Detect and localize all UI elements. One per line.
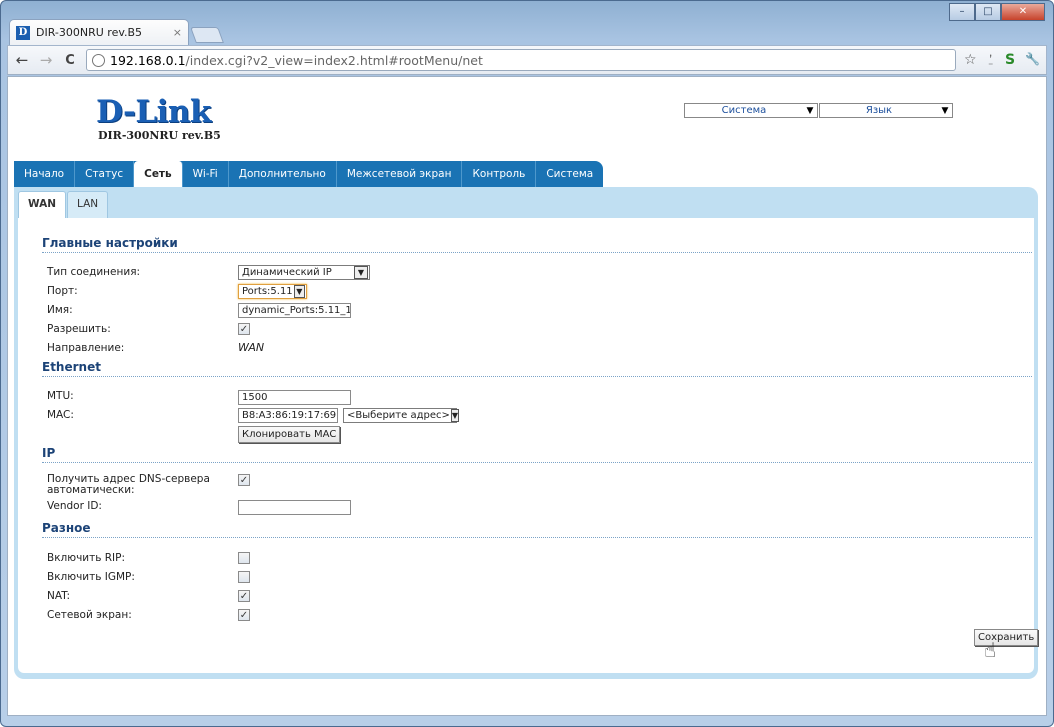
direction-value: WAN: [238, 341, 265, 354]
settings-panel: WAN LAN Главные настройки Тип соединения…: [14, 187, 1039, 679]
system-select[interactable]: Система ▼: [684, 103, 818, 118]
menu-item-wifi[interactable]: Wi-Fi: [183, 161, 229, 187]
brand-name: D-Link: [96, 94, 211, 130]
back-icon[interactable]: ←: [14, 51, 30, 69]
page-info-icon[interactable]: [92, 53, 105, 67]
igmp-checkbox[interactable]: [238, 571, 250, 583]
browser-window: D DIR-300NRU rev.B5 × – □ ✕ ← → C 192.16…: [0, 0, 1054, 727]
browser-toolbar: ← → C 192.168.0.1/index.cgi?v2_view=inde…: [7, 45, 1047, 75]
tab-title: DIR-300NRU rev.B5: [36, 26, 143, 39]
mac-label: MAC:: [47, 409, 74, 421]
forward-icon[interactable]: →: [38, 51, 54, 69]
enable-checkbox[interactable]: ✓: [238, 323, 250, 335]
hand-cursor-icon: ☝: [984, 638, 997, 662]
chevron-down-icon: ▼: [354, 266, 368, 279]
menu-item-network[interactable]: Сеть: [134, 161, 183, 187]
igmp-label: Включить IGMP:: [47, 571, 135, 583]
profile-icon[interactable]: ⍘: [987, 52, 995, 68]
chevron-down-icon: ▼: [450, 409, 460, 422]
bookmark-star-icon[interactable]: ☆: [964, 52, 977, 68]
port-select[interactable]: Ports:5.11 ▼: [238, 284, 307, 299]
language-select[interactable]: Язык ▼: [819, 103, 953, 118]
rip-checkbox[interactable]: [238, 552, 250, 564]
dns-auto-label: Получить адрес DNS-сервера автоматически…: [47, 473, 210, 496]
main-menu: Начало Статус Сеть Wi-Fi Дополнительно М…: [14, 161, 604, 187]
tab-wan[interactable]: WAN: [18, 191, 67, 218]
url-host: 192.168.0.1: [110, 52, 186, 68]
clone-mac-button[interactable]: Клонировать MAC: [238, 426, 341, 443]
window-controls: – □ ✕: [949, 3, 1045, 21]
connection-type-label: Тип соединения:: [47, 266, 141, 278]
url-path: /index.cgi?v2_view=index2.html#rootMenu/…: [185, 52, 483, 68]
page-viewport: D-Link DIR-300NRU rev.B5 Система ▼ Язык ▼ …: [7, 76, 1047, 716]
nat-checkbox[interactable]: ✓: [238, 590, 250, 602]
menu-item-control[interactable]: Контроль: [462, 161, 537, 187]
tab-close-icon[interactable]: ×: [173, 26, 182, 39]
firewall-checkbox[interactable]: ✓: [238, 609, 250, 621]
nat-label: NAT:: [47, 590, 71, 602]
tab-lan[interactable]: LAN: [67, 191, 109, 218]
enable-label: Разрешить:: [47, 323, 111, 335]
chevron-down-icon: ▼: [806, 105, 814, 116]
vendor-id-input[interactable]: [238, 500, 351, 515]
reload-icon[interactable]: C: [62, 53, 78, 68]
menu-item-home[interactable]: Начало: [14, 161, 76, 187]
vendor-id-label: Vendor ID:: [47, 500, 102, 512]
maximize-button[interactable]: □: [975, 3, 1001, 21]
chevron-down-icon: ▼: [293, 285, 305, 298]
dlink-logo: D-Link DIR-300NRU rev.B5: [96, 95, 221, 142]
section-title-main: Главные настройки: [42, 236, 1032, 253]
form-content: Главные настройки Тип соединения: Динами…: [18, 218, 1039, 673]
menu-item-system[interactable]: Система: [536, 161, 603, 187]
mac-address-select[interactable]: <Выберите адрес> ▼: [343, 408, 460, 423]
dlink-favicon-icon: D: [16, 25, 30, 40]
section-title-ip: IP: [42, 446, 1032, 463]
chevron-down-icon: ▼: [941, 105, 949, 116]
address-bar[interactable]: 192.168.0.1/index.cgi?v2_view=index2.htm…: [86, 49, 956, 71]
menu-item-firewall[interactable]: Межсетевой экран: [337, 161, 463, 187]
extension-icon[interactable]: S: [1005, 52, 1015, 68]
wrench-icon[interactable]: 🔧: [1025, 52, 1040, 68]
sub-tabs: WAN LAN: [18, 191, 1034, 218]
section-title-misc: Разное: [42, 521, 1032, 538]
connection-type-select[interactable]: Динамический IP ▼: [238, 265, 370, 280]
port-label: Порт:: [47, 285, 78, 297]
new-tab-button[interactable]: [190, 27, 224, 43]
minimize-button[interactable]: –: [949, 3, 975, 21]
name-label: Имя:: [47, 304, 73, 316]
mtu-input[interactable]: 1500: [238, 390, 351, 405]
dns-auto-checkbox[interactable]: ✓: [238, 474, 250, 486]
name-input[interactable]: dynamic_Ports:5.11_1: [238, 303, 351, 318]
firewall-label: Сетевой экран:: [47, 609, 132, 621]
direction-label: Направление:: [47, 342, 125, 354]
model-name: DIR-300NRU rev.B5: [98, 129, 221, 142]
toolbar-icons: ☆ ⍘ S 🔧: [964, 52, 1040, 68]
close-window-button[interactable]: ✕: [1001, 3, 1045, 21]
mac-input[interactable]: B8:A3:86:19:17:69: [238, 408, 338, 423]
mtu-label: MTU:: [47, 390, 74, 402]
title-bar: D DIR-300NRU rev.B5 × – □ ✕: [1, 1, 1053, 45]
rip-label: Включить RIP:: [47, 552, 126, 564]
menu-item-advanced[interactable]: Дополнительно: [229, 161, 337, 187]
section-title-ethernet: Ethernet: [42, 360, 1032, 377]
browser-tab[interactable]: D DIR-300NRU rev.B5 ×: [9, 19, 189, 45]
menu-item-status[interactable]: Статус: [75, 161, 135, 187]
